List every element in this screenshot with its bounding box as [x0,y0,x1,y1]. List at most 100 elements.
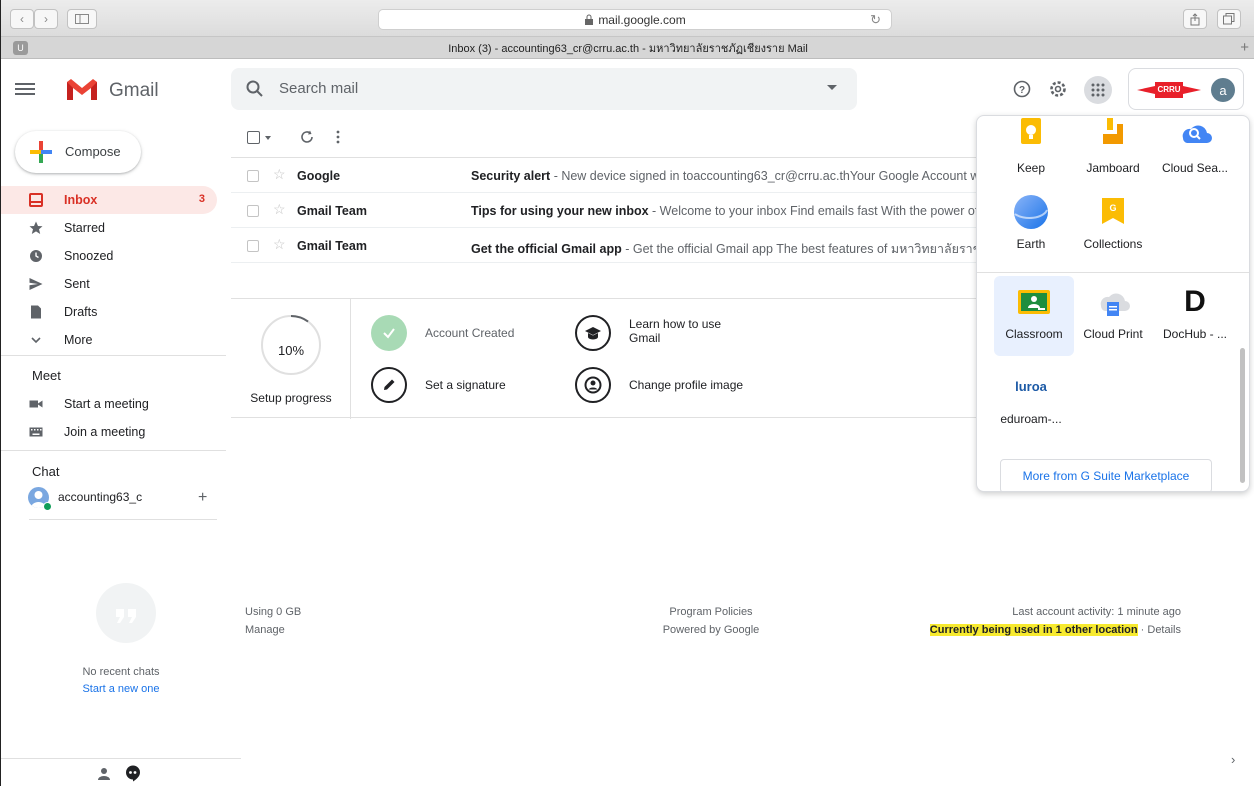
side-panel-expand-icon[interactable]: › [1231,752,1235,767]
program-policies-link[interactable]: Program Policies [611,603,811,621]
more-vert-icon[interactable] [335,129,341,145]
app-label: Cloud Sea... [1161,161,1229,175]
keyboard-icon [29,427,43,437]
tabs-overview-button[interactable] [1217,9,1241,29]
task-set-signature[interactable]: Set a signature [371,367,561,405]
email-subject: Get the official Gmail app [471,242,622,256]
email-row[interactable]: ☆ Google Security alert - New device sig… [231,158,991,193]
app-earth[interactable]: Earth [991,186,1071,266]
gmail-logo-text: Gmail [109,80,159,101]
email-subject: Security alert [471,169,551,183]
star-outline-icon[interactable]: ☆ [273,236,286,253]
app-label: Cloud Print [1083,327,1143,341]
account-switcher[interactable]: CRRU a [1128,68,1244,110]
tab-title: Inbox (3) - accounting63_cr@crru.ac.th -… [448,42,808,55]
app-label: Collections [1083,237,1143,251]
new-tab-icon[interactable]: + [1240,39,1249,56]
sidebar-toggle-button[interactable] [67,9,97,29]
sidebar-item-snoozed[interactable]: Snoozed [1,242,217,270]
search-options-icon[interactable] [827,85,837,90]
app-eduroam[interactable]: luroa eduroam-... [991,361,1071,441]
sidebar-item-starred[interactable]: Starred [1,214,217,242]
app-label: Keep [1016,161,1046,175]
sidebar-item-drafts[interactable]: Drafts [1,298,217,326]
email-row[interactable]: ☆ Gmail Team Tips for using your new inb… [231,193,991,228]
app-cloud-print[interactable]: Cloud Print [1073,276,1153,356]
google-apps-button[interactable] [1084,76,1112,104]
sidebar-item-sent[interactable]: Sent [1,270,217,298]
email-checkbox[interactable] [247,240,259,252]
refresh-icon[interactable] [299,129,315,145]
settings-gear-icon[interactable] [1046,77,1070,101]
gmail-logo-icon[interactable] [65,78,99,102]
select-menu-chevron-icon[interactable] [265,136,271,140]
task-label: Learn how to use Gmail [629,317,722,345]
email-checkbox[interactable] [247,170,259,182]
forward-button[interactable]: › [34,9,58,29]
join-meeting-item[interactable]: Join a meeting [1,418,217,446]
sidebar-item-more[interactable]: More [1,326,217,354]
task-change-profile-image[interactable]: Change profile image [575,367,775,405]
task-learn-gmail[interactable]: Learn how to use Gmail [575,315,775,353]
app-cloud-search[interactable]: Cloud Sea... [1155,116,1235,190]
sidebar-item-label: Sent [64,277,90,291]
app-classroom[interactable]: Classroom [994,276,1074,356]
compose-button[interactable]: Compose [15,131,141,173]
sidebar-icon [75,14,89,24]
sidebar-bottom-bar [1,758,241,786]
star-outline-icon[interactable]: ☆ [273,201,286,218]
sidebar-item-label: Inbox [64,193,98,207]
account-circle-icon [575,367,611,403]
setup-progress-card: 10% Setup progress Account Created Learn… [231,298,991,419]
mail-toolbar [231,126,991,152]
gmail-header: Gmail Search mail ? CRRU a [1,60,1254,120]
meet-section-title: Meet [32,368,61,383]
video-icon [29,400,43,408]
app-dochub[interactable]: D DocHub - ... [1155,276,1235,356]
back-button[interactable]: ‹ [10,9,34,29]
details-link[interactable]: · Details [1138,624,1181,636]
star-outline-icon[interactable]: ☆ [273,166,286,183]
sidebar-item-inbox[interactable]: Inbox 3 [1,186,217,214]
address-bar[interactable]: mail.google.com ↻ [378,9,892,30]
hangouts-chat-icon[interactable] [125,765,141,782]
manage-storage-link[interactable]: Manage [245,621,301,639]
apps-panel-scrollbar[interactable] [1240,348,1245,483]
app-jamboard[interactable]: Jamboard [1073,116,1153,190]
chevron-right-icon: › [44,12,48,26]
start-meeting-label: Start a meeting [64,397,149,411]
join-meeting-label: Join a meeting [64,425,146,439]
app-label: Classroom [1005,327,1063,341]
footer-links: Program Policies Powered by Google [611,603,811,639]
browser-tab[interactable]: U Inbox (3) - accounting63_cr@crru.ac.th… [1,37,1254,59]
search-bar[interactable]: Search mail [231,68,857,110]
clock-icon [30,250,42,262]
start-new-chat-link[interactable]: Start a new one [1,683,241,695]
account-avatar[interactable]: a [1211,78,1235,102]
email-sender: Gmail Team [297,239,367,253]
share-icon [1190,12,1200,25]
setup-progress-label: Setup progress [250,391,332,405]
email-checkbox[interactable] [247,205,259,217]
more-from-marketplace-button[interactable]: More from G Suite Marketplace [1000,459,1212,491]
org-logo-text: CRRU [1157,85,1180,94]
share-button[interactable] [1183,9,1207,29]
eduroam-icon: luroa [1015,379,1047,394]
help-icon[interactable]: ? [1010,77,1034,101]
gmail-window: ‹ › mail.google.com ↻ U Inbox (3) - acco… [0,0,1254,786]
chat-user-row[interactable]: accounting63_c + [28,487,218,511]
select-all-checkbox[interactable] [247,131,260,144]
contacts-person-icon[interactable] [97,767,111,781]
main-menu-icon[interactable] [15,80,35,98]
add-chat-icon[interactable]: + [198,489,207,507]
email-snippet: - Get the official Gmail app The best fe… [625,242,986,256]
reload-icon[interactable]: ↻ [870,12,881,28]
app-keep[interactable]: Keep [991,116,1071,190]
search-icon[interactable] [245,79,265,99]
lock-icon [585,14,594,25]
app-collections[interactable]: G Collections [1073,186,1153,266]
account-activity: Last account activity: 1 minute ago Curr… [881,603,1181,639]
google-apps-panel: Keep Jamboard Cloud Sea... Earth G Colle… [976,115,1250,492]
email-row[interactable]: ☆ Gmail Team Get the official Gmail app … [231,228,991,263]
start-meeting-item[interactable]: Start a meeting [1,390,217,418]
